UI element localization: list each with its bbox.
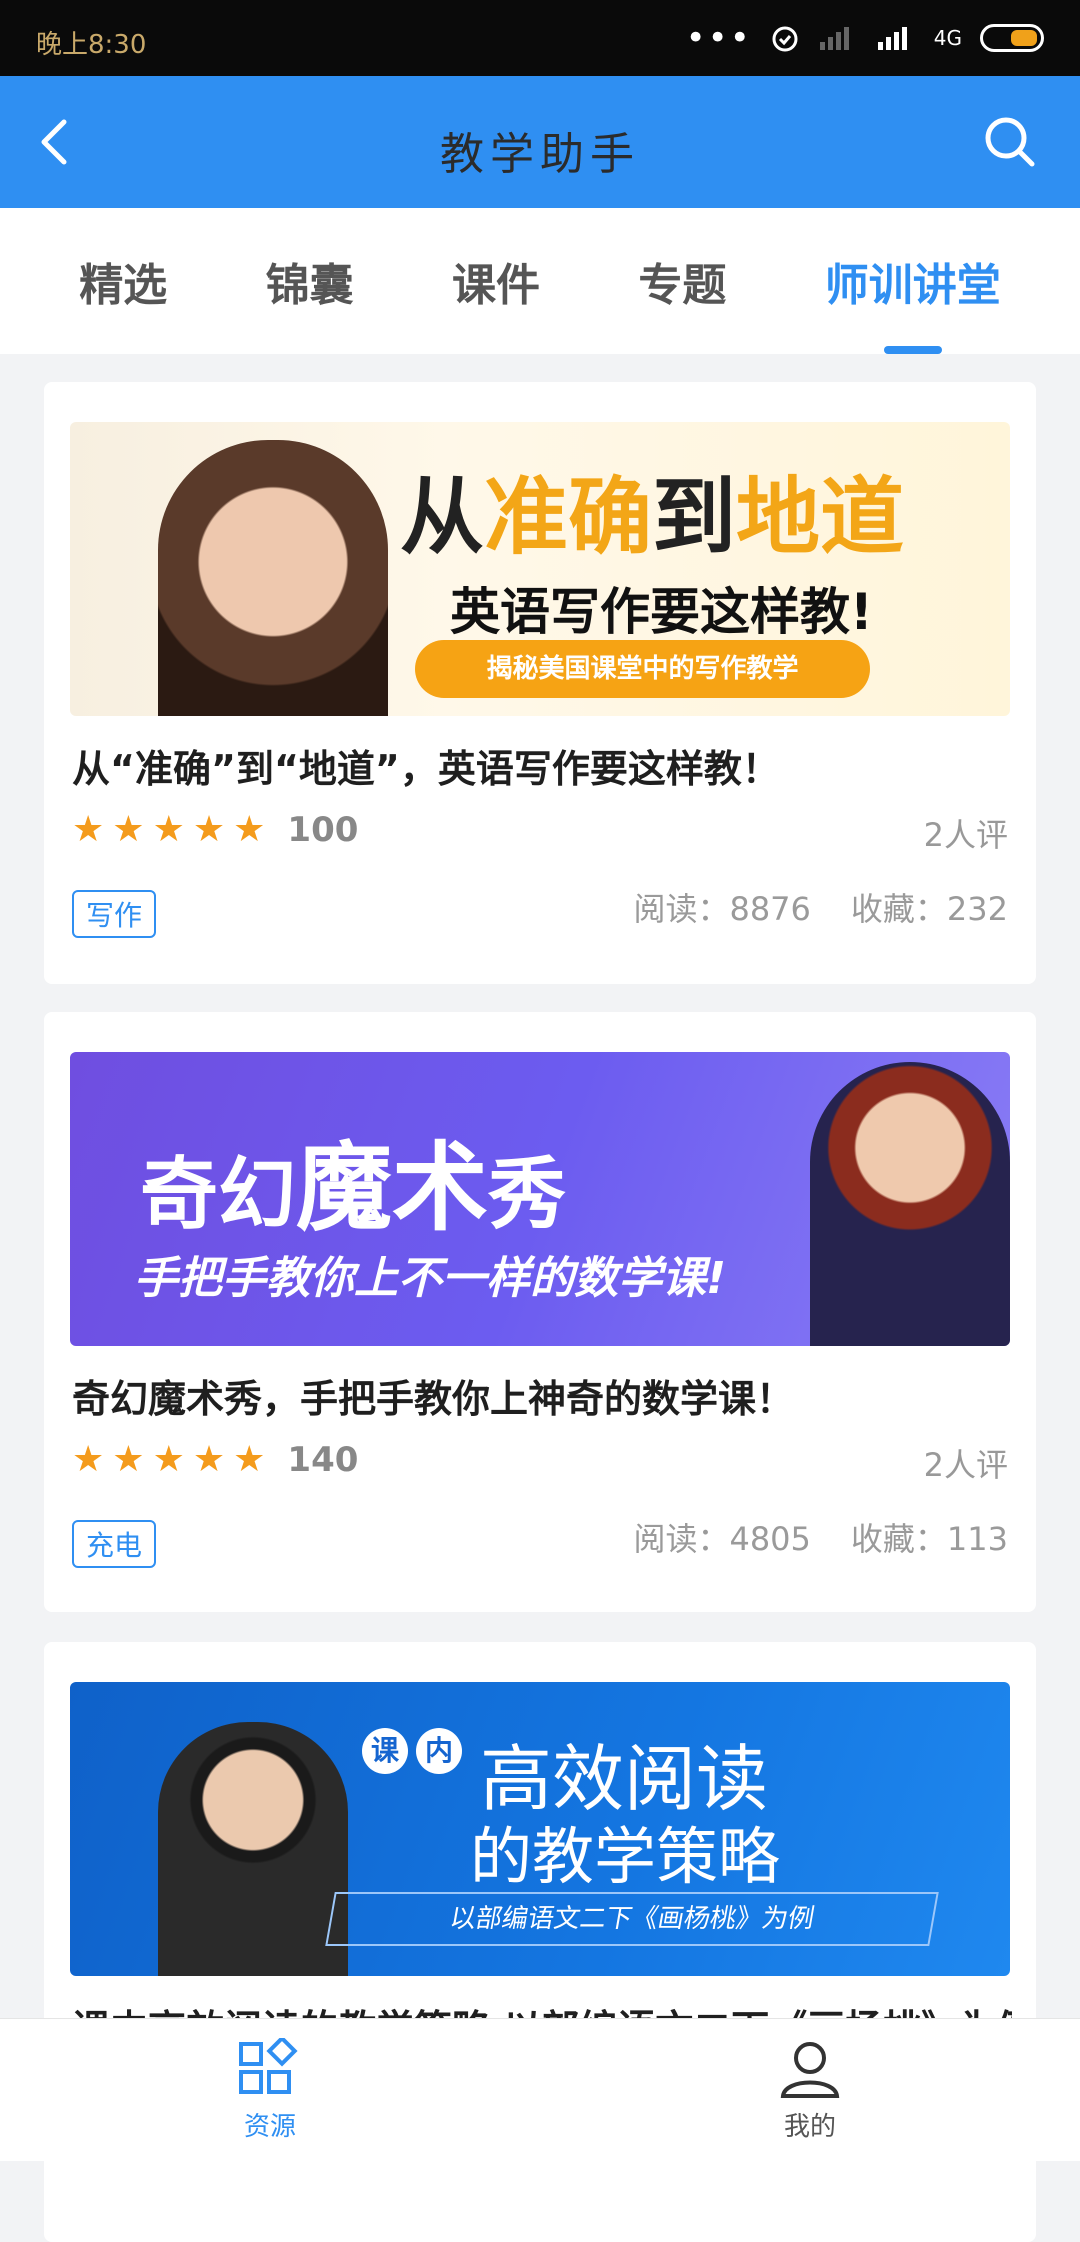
teacher-photo [810, 1062, 1010, 1346]
star-icon: ★ [192, 1439, 226, 1480]
course-card[interactable]: 从准确到地道 英语写作要这样教! 揭秘美国课堂中的写作教学 从“准确”到“地道”… [44, 382, 1036, 984]
more-dots-icon: ••• [685, 18, 752, 58]
star-icon: ★ [112, 809, 145, 850]
course-banner-image[interactable]: 课 内 高效阅读 的教学策略 以部编语文二下《画杨桃》为例 [70, 1682, 1010, 1976]
favorite-count: 收藏：113 [850, 1520, 1008, 1558]
read-count: 阅读：4805 [633, 1520, 811, 1558]
teacher-photo [158, 1722, 348, 1976]
teacher-photo [158, 440, 388, 716]
course-tag[interactable]: 充电 [72, 1520, 157, 1568]
banner-subheadline: 手把手教你上不一样的数学课! [134, 1253, 727, 1304]
star-icon: ★ [152, 1439, 185, 1480]
review-count: 2人评 [923, 816, 1008, 854]
favorite-count: 收藏：232 [850, 890, 1008, 928]
banner-headline: 奇幻魔术秀 [140, 1132, 567, 1244]
banner-subheadline: 的教学策略 [470, 1820, 781, 1893]
user-profile-icon [780, 2041, 840, 2098]
star-icon: ★ [233, 1439, 266, 1480]
star-icon: ★ [152, 809, 185, 850]
banner-headline: 从准确到地道 [400, 468, 905, 566]
rating-stars: ★ ★ ★ ★ ★ 140 [72, 1440, 358, 1480]
rating-stars: ★ ★ ★ ★ ★ 100 [72, 810, 358, 850]
course-banner-image[interactable]: 从准确到地道 英语写作要这样教! 揭秘美国课堂中的写作教学 [70, 422, 1010, 716]
read-count: 阅读：8876 [633, 890, 811, 928]
nav-profile[interactable]: 我的 [540, 2019, 1080, 2161]
resources-grid-icon [239, 2037, 298, 2094]
banner-pill: 揭秘美国课堂中的写作教学 [415, 640, 870, 698]
category-tabs: 精选 锦囊 课件 专题 师训讲堂 [0, 208, 1080, 354]
banner-badge: 内 [416, 1728, 462, 1774]
star-icon: ★ [233, 809, 266, 850]
nav-resources[interactable]: 资源 [0, 2019, 540, 2161]
review-count: 2人评 [923, 1446, 1008, 1484]
signal-hd-icon [877, 27, 907, 50]
bottom-navigation: 资源 我的 [0, 2018, 1080, 2161]
rating-score: 140 [287, 1440, 359, 1480]
status-bar: 晚上8:30 ••• 4G [0, 0, 1080, 76]
course-stats: 阅读：8876 收藏：232 [633, 884, 1008, 930]
tab-courseware[interactable]: 课件 [452, 208, 540, 354]
course-title[interactable]: 从“准确”到“地道”，英语写作要这样教！ [72, 738, 1012, 793]
course-title[interactable]: 奇幻魔术秀，手把手教你上神奇的数学课！ [72, 1368, 1012, 1423]
network-type: 4G [933, 26, 962, 50]
tab-topics[interactable]: 专题 [638, 208, 726, 354]
app-header: 教学助手 [0, 76, 1080, 208]
status-icons: ••• 4G [686, 16, 1044, 60]
star-icon: ★ [192, 809, 226, 850]
course-stats: 阅读：4805 收藏：113 [633, 1514, 1008, 1560]
nav-label: 资源 [243, 2111, 296, 2142]
course-banner-image[interactable]: 奇幻魔术秀 手把手教你上不一样的数学课! [70, 1052, 1010, 1346]
course-tag[interactable]: 写作 [72, 890, 157, 938]
star-icon: ★ [72, 1439, 105, 1480]
tab-tips[interactable]: 锦囊 [266, 208, 354, 354]
tab-teacher-training[interactable]: 师训讲堂 [825, 208, 1001, 354]
search-button[interactable] [980, 112, 1040, 172]
status-time: 晚上8:30 [36, 30, 147, 60]
signal-icon [819, 27, 849, 50]
search-icon [985, 117, 1035, 167]
star-icon: ★ [112, 1439, 145, 1480]
alarm-icon [772, 26, 798, 52]
star-icon: ★ [72, 809, 105, 850]
banner-badge: 课 [362, 1728, 408, 1774]
rating-score: 100 [287, 810, 359, 850]
battery-icon [980, 24, 1044, 52]
tab-featured[interactable]: 精选 [79, 208, 167, 354]
page-title: 教学助手 [440, 129, 640, 180]
banner-subheadline: 英语写作要这样教! [450, 583, 873, 641]
nav-label: 我的 [783, 2111, 836, 2142]
banner-strip: 以部编语文二下《画杨桃》为例 [325, 1892, 939, 1946]
course-card[interactable]: 奇幻魔术秀 手把手教你上不一样的数学课! 奇幻魔术秀，手把手教你上神奇的数学课！… [44, 1012, 1036, 1612]
